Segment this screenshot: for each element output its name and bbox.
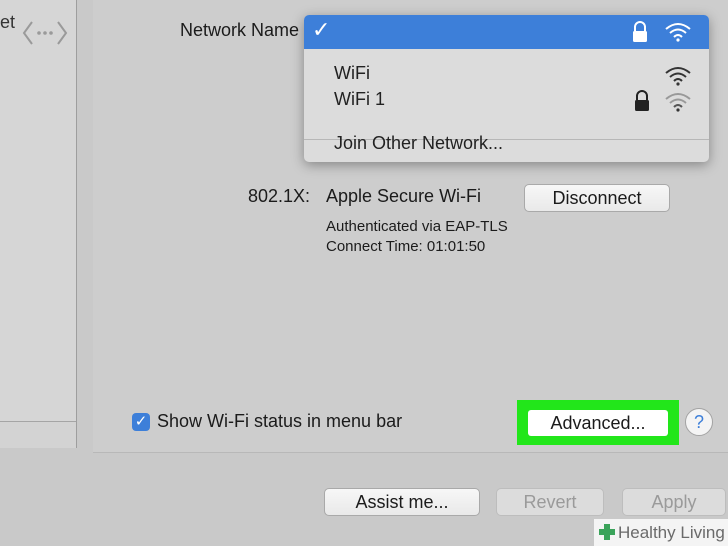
sidebar-partial-label: et [0,12,16,32]
network-item-label: WiFi 1 [334,89,385,109]
connect-time-text: Connect Time: 01:01:50 [326,238,486,255]
help-button[interactable]: ? [685,408,713,436]
assist-me-button[interactable]: Assist me... [324,488,480,516]
wifi-icon [665,67,691,86]
sidebar: et [0,0,77,448]
network-name-label: Network Name [180,20,300,40]
security-value: Apple Secure Wi-Fi [326,186,482,206]
sidebar-footer [0,421,76,448]
disconnect-button[interactable]: Disconnect [524,184,670,212]
network-dropdown-menu[interactable]: ✓ WiFi WiFi 1 Join Other Network... [304,15,709,162]
show-wifi-status-label: Show Wi-Fi status in menu bar [157,411,403,431]
advanced-button[interactable]: Advanced... [528,410,668,436]
lock-icon [633,21,647,42]
revert-button[interactable]: Revert [496,488,604,516]
show-wifi-status-checkbox[interactable]: ✓ [132,413,150,431]
join-other-network-item[interactable]: Join Other Network... [334,133,503,154]
selected-check-icon: ✓ [312,17,331,42]
security-label: 802.1X: [248,186,311,206]
connection-arrows-icon [22,21,68,45]
health-cross-icon [599,524,615,540]
network-dropdown-selected[interactable]: ✓ [304,15,709,49]
watermark-text: Healthy Living [618,523,725,542]
wifi-icon [665,23,691,42]
apply-button[interactable]: Apply [622,488,726,516]
watermark: Healthy Living [594,519,728,546]
network-item-label: WiFi [334,63,370,83]
auth-status-text: Authenticated via EAP-TLS [326,218,508,235]
lock-icon [635,90,649,111]
wifi-icon [665,93,691,112]
